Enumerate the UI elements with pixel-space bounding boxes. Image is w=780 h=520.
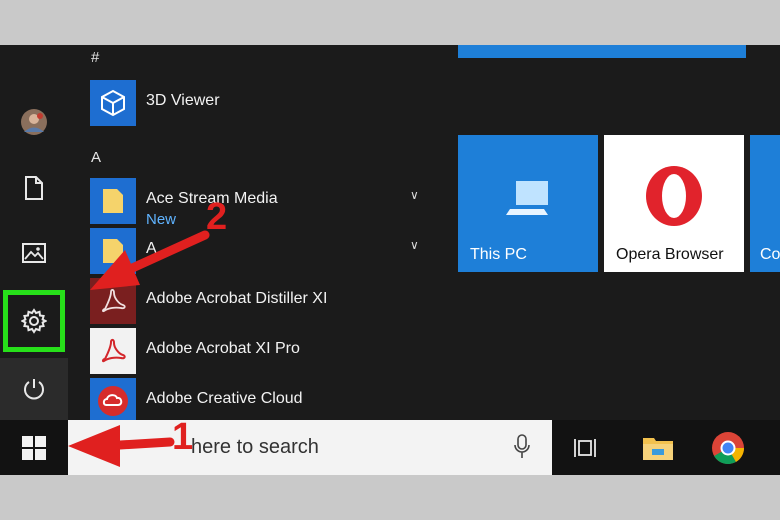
settings-button[interactable] [3, 290, 65, 352]
app-label: A [146, 240, 157, 257]
avatar [21, 109, 47, 135]
tile-this-pc[interactable]: This PC [458, 135, 598, 272]
computer-icon [506, 180, 548, 215]
task-view-icon[interactable] [560, 420, 612, 475]
app-ace-stream-media[interactable]: Ace Stream Media New ∨ [90, 178, 440, 228]
app-adobe-creative-cloud[interactable]: Adobe Creative Cloud [90, 378, 440, 424]
power-icon [24, 379, 44, 400]
tile-label: Opera Browser [616, 246, 724, 263]
windows-start-menu: # 3D Viewer A Ace Stream Media New ∨ A ∨… [0, 45, 780, 475]
app-folder-a[interactable]: A ∨ [90, 228, 440, 274]
acrobat-icon [90, 328, 136, 374]
gear-icon [21, 308, 47, 334]
app-label: Adobe Acrobat Distiller XI [146, 290, 328, 307]
top-tile-partial[interactable] [458, 45, 746, 58]
creative-cloud-icon [90, 378, 136, 424]
search-box[interactable]: here to search [68, 420, 552, 475]
group-header-hash[interactable]: # [91, 49, 99, 66]
folder-icon [90, 228, 136, 274]
tile-opera-browser[interactable]: Opera Browser [604, 135, 744, 272]
search-placeholder: here to search [191, 436, 319, 458]
opera-icon [646, 165, 702, 226]
microphone-icon[interactable] [514, 434, 530, 465]
start-button[interactable] [0, 420, 68, 475]
chrome-icon[interactable] [702, 420, 754, 475]
acrobat-icon [90, 278, 136, 324]
documents-button[interactable] [0, 158, 68, 218]
cube-icon [90, 80, 136, 126]
user-avatar[interactable] [0, 92, 68, 152]
app-label: Adobe Creative Cloud [146, 390, 303, 407]
tile-label: Co [760, 246, 780, 263]
new-badge: New [146, 211, 177, 228]
pictures-button[interactable] [0, 223, 68, 283]
app-label: Adobe Acrobat XI Pro [146, 340, 300, 357]
app-label: 3D Viewer [146, 92, 220, 109]
document-icon [25, 176, 43, 200]
app-adobe-acrobat-distiller[interactable]: Adobe Acrobat Distiller XI [90, 278, 440, 324]
chevron-down-icon[interactable]: ∨ [410, 188, 419, 202]
app-label: Ace Stream Media [146, 190, 278, 207]
group-header-a[interactable]: A [91, 149, 101, 166]
app-adobe-acrobat-pro[interactable]: Adobe Acrobat XI Pro [90, 328, 440, 374]
app-list: # 3D Viewer A Ace Stream Media New ∨ A ∨… [78, 45, 440, 424]
start-rail [0, 45, 68, 420]
tile-label: This PC [470, 246, 527, 263]
chevron-down-icon[interactable]: ∨ [410, 238, 419, 252]
file-explorer-icon[interactable] [632, 420, 684, 475]
app-3d-viewer[interactable]: 3D Viewer [90, 80, 440, 126]
windows-icon [22, 435, 46, 460]
power-button[interactable] [0, 358, 68, 420]
pictures-icon [22, 243, 46, 263]
taskbar: here to search [0, 420, 780, 475]
folder-icon [90, 178, 136, 224]
tile-partial[interactable]: Co [750, 135, 780, 272]
